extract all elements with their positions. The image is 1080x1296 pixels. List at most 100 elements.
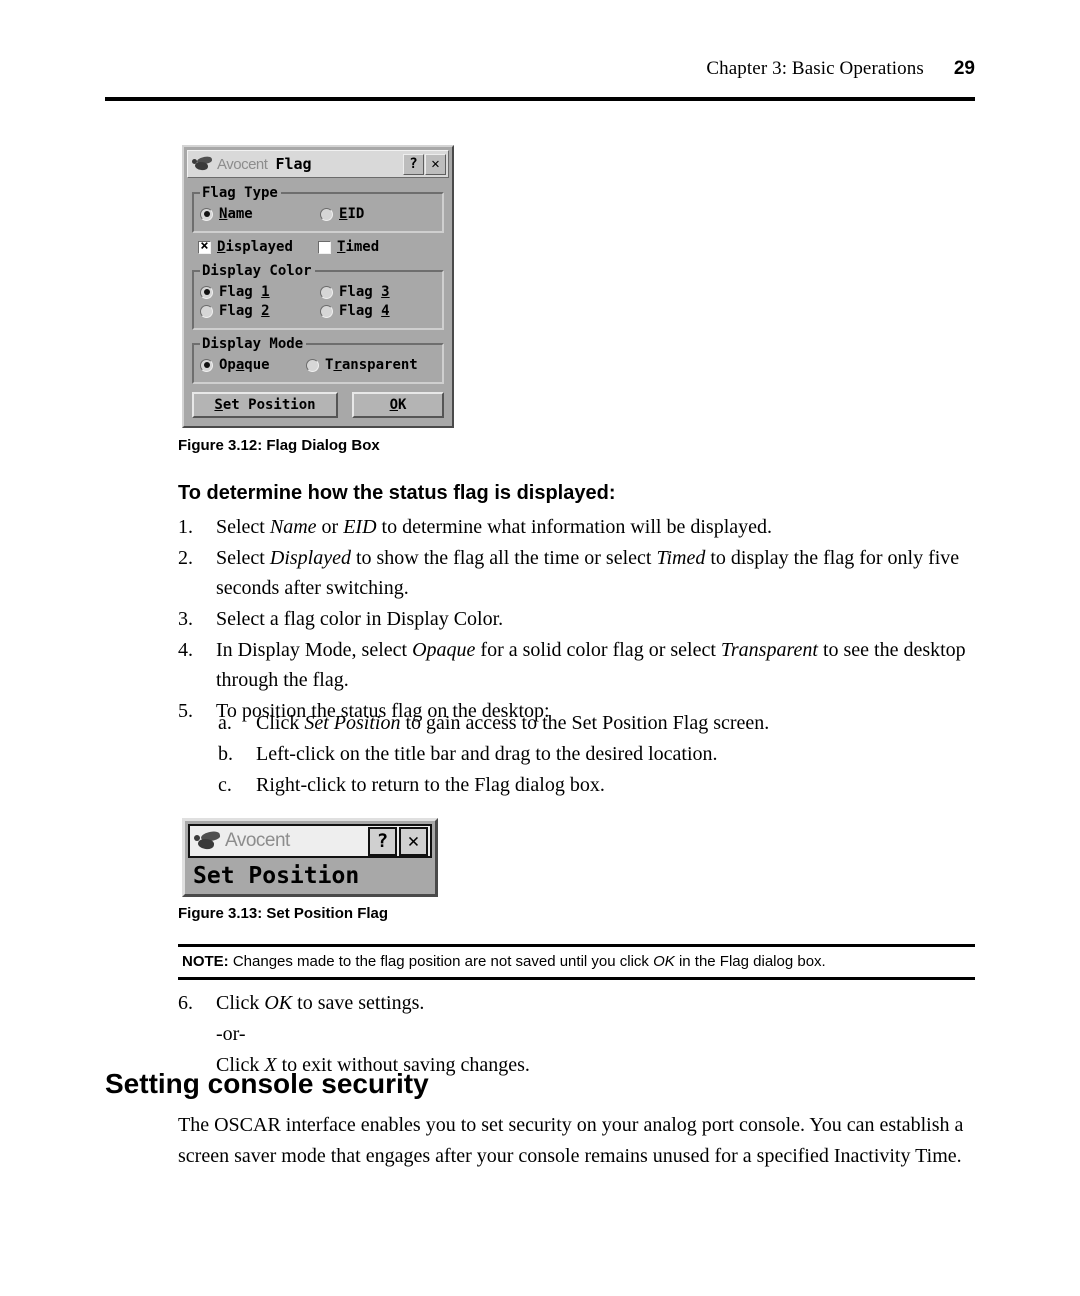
radio-indicator-eid-icon <box>320 207 333 221</box>
close-button[interactable]: ✕ <box>425 153 446 175</box>
checkbox-timed[interactable]: Timed <box>318 239 428 255</box>
display-color-row-2: Flag 2 Flag 4 <box>200 303 436 319</box>
note-rule-bottom <box>178 977 975 980</box>
radio-indicator-opaque-icon <box>200 358 213 372</box>
section-title-console-security: Setting console security <box>105 1068 429 1099</box>
running-header: Chapter 3: Basic Operations 29 <box>105 58 975 80</box>
step-marker: 5. <box>178 700 193 722</box>
checkbox-displayed[interactable]: Displayed <box>198 238 318 255</box>
substep-marker: b. <box>218 743 233 765</box>
substep-marker: a. <box>218 712 232 734</box>
radio-label-flag-1: Flag 1 <box>219 284 270 300</box>
help-button[interactable]: ? <box>368 826 397 856</box>
section-paragraph: The OSCAR interface enables you to set s… <box>178 1114 964 1167</box>
or-text: -or- <box>216 1023 246 1045</box>
radio-label-name: Name <box>219 206 253 222</box>
display-color-row-1: Flag 1 Flag 3 <box>200 284 436 300</box>
step-marker: 6. <box>178 992 193 1014</box>
step-marker: 2. <box>178 547 193 569</box>
substep-text: Left-click on the title bar and drag to … <box>256 743 718 765</box>
avocent-brand-label: Avocent <box>217 155 268 173</box>
help-button[interactable]: ? <box>403 153 424 175</box>
radio-flag-2[interactable]: Flag 2 <box>200 303 320 319</box>
set-position-button[interactable]: Set Position <box>192 392 338 418</box>
radio-label-flag-2: Flag 2 <box>219 303 270 319</box>
header-chapter-title: Chapter 3: Basic Operations <box>706 58 924 79</box>
flag-dialog-box: Avocent Flag ? ✕ Flag Type Name EID × Di… <box>182 145 454 428</box>
checkbox-indicator-timed-icon <box>318 240 331 254</box>
flag-dialog-titlebar[interactable]: Avocent Flag ? ✕ <box>187 150 449 178</box>
flag-dialog-body: Flag Type Name EID Displayed <box>184 181 452 426</box>
close-button[interactable]: ✕ <box>399 826 428 856</box>
avocent-logo-icon <box>192 155 214 172</box>
header-rule <box>105 97 975 101</box>
list-item: b. Left-click on the title bar and drag … <box>218 739 978 769</box>
step-text: Select Displayed to show the flag all th… <box>216 547 960 599</box>
checkbox-label-timed: Timed <box>337 239 380 255</box>
flag-visibility-row: Displayed Timed <box>198 238 444 255</box>
list-item: 4. In Display Mode, select Opaque for a … <box>178 635 978 695</box>
checkbox-label-displayed: Displayed <box>217 239 293 255</box>
radio-label-eid: EID <box>339 206 365 222</box>
set-position-flag-window: Avocent ? ✕ Set Position <box>182 818 438 897</box>
radio-indicator-flag-2-icon <box>200 304 213 318</box>
list-item: 1. Select Name or EID to determine what … <box>178 512 978 542</box>
avocent-brand-label: Avocent <box>225 830 290 851</box>
header-page-number: 29 <box>953 58 975 79</box>
radio-flag-4[interactable]: Flag 4 <box>320 303 430 319</box>
radio-label-opaque: Opaque <box>219 357 270 373</box>
procedure-substep-list: a. Click Set Position to gain access to … <box>218 708 978 801</box>
step-marker: 1. <box>178 516 193 538</box>
list-item: 2. Select Displayed to show the flag all… <box>178 543 978 603</box>
step-text: In Display Mode, select Opaque for a sol… <box>216 639 966 691</box>
list-item: 6. Click OK to save settings. <box>178 988 978 1018</box>
step-text: Select Name or EID to determine what inf… <box>216 516 773 538</box>
radio-indicator-flag-1-icon <box>200 285 213 299</box>
document-page: Chapter 3: Basic Operations 29 Avocent Fl… <box>0 0 1080 1296</box>
substep-text: Right-click to return to the Flag dialog… <box>256 774 605 796</box>
procedure-heading: To determine how the status flag is disp… <box>178 482 616 504</box>
note-callout: NOTE: Changes made to the flag position … <box>178 944 975 980</box>
step-marker: 3. <box>178 608 193 630</box>
radio-indicator-flag-3-icon <box>320 285 333 299</box>
set-position-flag-label: Set Position <box>193 863 360 889</box>
checkbox-indicator-displayed-icon <box>198 238 211 254</box>
procedure-step-list: 1. Select Name or EID to determine what … <box>178 512 978 727</box>
flag-dialog-button-row: Set Position OK <box>192 392 444 418</box>
display-mode-row: Opaque Transparent <box>200 357 436 373</box>
set-position-titlebar[interactable]: Avocent ? ✕ <box>188 824 432 858</box>
radio-label-flag-4: Flag 4 <box>339 303 390 319</box>
radio-indicator-name-icon <box>200 207 213 221</box>
radio-indicator-flag-4-icon <box>320 304 333 318</box>
radio-flag-type-eid[interactable]: EID <box>320 206 430 222</box>
flag-dialog-title: Flag <box>275 155 312 173</box>
radio-flag-3[interactable]: Flag 3 <box>320 284 430 300</box>
radio-flag-type-name[interactable]: Name <box>200 206 320 222</box>
list-item: -or- <box>178 1019 978 1049</box>
display-color-group: Display Color Flag 1 Flag 3 Flag 2 Flag … <box>192 263 444 330</box>
flag-type-group: Flag Type Name EID <box>192 185 444 233</box>
step-text: Select a flag color in Display Color. <box>216 608 504 630</box>
substep-marker: c. <box>218 774 232 796</box>
substep-text: Click Set Position to gain access to the… <box>256 712 770 734</box>
radio-label-transparent: Transparent <box>325 357 418 373</box>
radio-label-flag-3: Flag 3 <box>339 284 390 300</box>
avocent-logo-icon <box>194 830 222 851</box>
ok-button[interactable]: OK <box>352 392 444 418</box>
figure-313-caption: Figure 3.13: Set Position Flag <box>178 905 389 922</box>
list-item: 3. Select a flag color in Display Color. <box>178 604 978 634</box>
radio-transparent[interactable]: Transparent <box>306 357 418 373</box>
display-mode-group: Display Mode Opaque Transparent <box>192 336 444 384</box>
step-text: Click OK to save settings. <box>216 992 425 1014</box>
radio-flag-1[interactable]: Flag 1 <box>200 284 320 300</box>
step-marker-spacer <box>178 1019 216 1049</box>
note-text: NOTE: Changes made to the flag position … <box>182 953 826 970</box>
radio-opaque[interactable]: Opaque <box>200 357 306 373</box>
flag-type-row: Name EID <box>200 206 436 222</box>
list-item: a. Click Set Position to gain access to … <box>218 708 978 738</box>
display-color-legend: Display Color <box>202 263 312 279</box>
note-label: NOTE: <box>182 953 229 970</box>
figure-312-caption: Figure 3.12: Flag Dialog Box <box>178 437 380 454</box>
list-item: c. Right-click to return to the Flag dia… <box>218 770 978 800</box>
radio-indicator-transparent-icon <box>306 358 319 372</box>
